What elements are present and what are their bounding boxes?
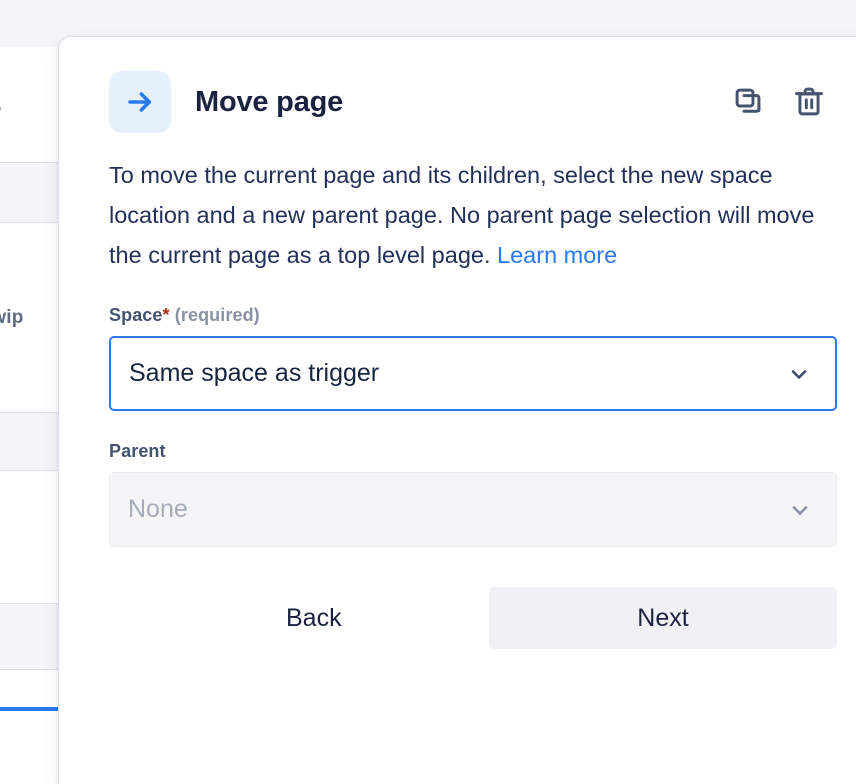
trash-icon[interactable] (789, 80, 829, 124)
duplicate-icon[interactable] (729, 80, 769, 124)
required-hint: (required) (174, 305, 260, 325)
dialog-header: Move page (109, 37, 837, 133)
move-page-dialog: Move page To move the current page and i… (58, 36, 856, 784)
background-row-text: n wip (0, 306, 24, 328)
dialog-description: To move the current page and its childre… (109, 155, 815, 275)
dialog-footer: Back Next (109, 587, 837, 649)
page-title: Move page (195, 85, 344, 118)
field-space: Space* (required) Same space as trigger (109, 305, 837, 411)
parent-select-placeholder: None (128, 495, 188, 523)
dialog-header-actions (729, 80, 837, 124)
field-space-label-text: Space (109, 305, 163, 325)
field-parent-label-text: Parent (109, 441, 166, 461)
field-space-label: Space* (required) (109, 305, 837, 326)
required-asterisk: * (162, 305, 170, 325)
next-button[interactable]: Next (489, 587, 837, 649)
field-parent-label: Parent (109, 441, 837, 462)
background-row-text: ed. (0, 94, 2, 116)
dialog-description-text: To move the current page and its childre… (109, 162, 815, 268)
chevron-down-icon (787, 362, 817, 386)
chevron-down-icon (788, 498, 818, 522)
arrow-right-icon (109, 71, 171, 133)
learn-more-link[interactable]: Learn more (497, 242, 617, 268)
space-select[interactable]: Same space as trigger (109, 336, 837, 411)
field-parent: Parent None (109, 441, 837, 547)
space-select-value: Same space as trigger (129, 359, 380, 387)
back-button[interactable]: Back (252, 588, 376, 649)
background-accent-line (0, 707, 59, 711)
parent-select[interactable]: None (109, 472, 837, 547)
